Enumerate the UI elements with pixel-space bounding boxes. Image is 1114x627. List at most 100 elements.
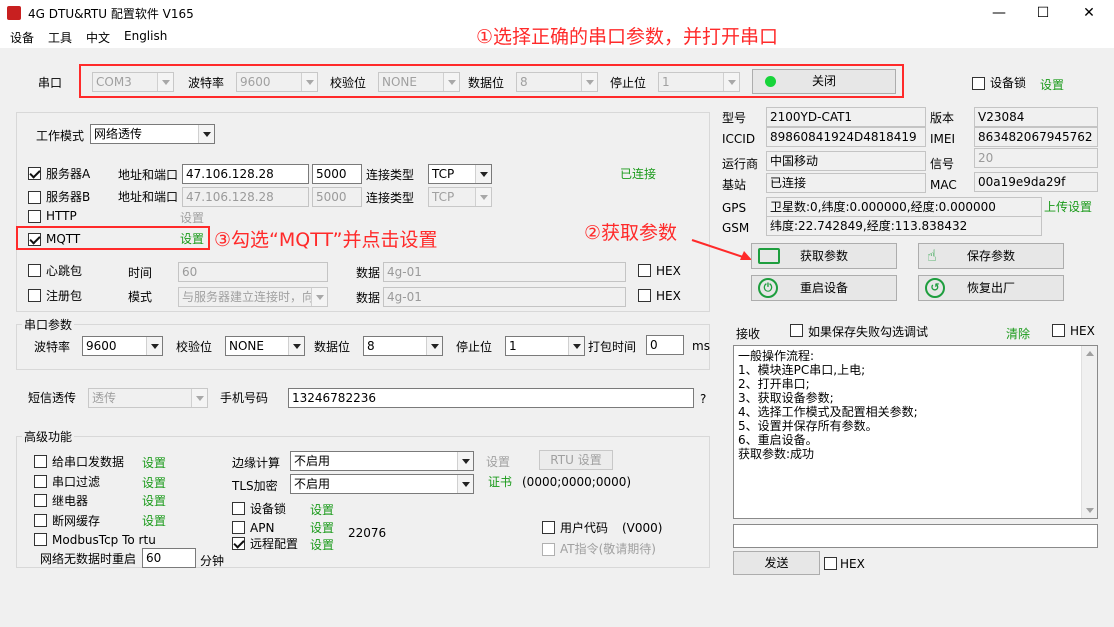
pack-time-label: 打包时间 <box>588 340 637 354</box>
server-b-addr-label: 地址和端口 <box>118 190 179 204</box>
server-a-checkbox[interactable] <box>28 167 41 180</box>
heartbeat-hex-checkbox[interactable] <box>638 264 651 277</box>
serial-params-title: 串口参数 <box>22 317 75 333</box>
relay-label: 继电器 <box>52 494 89 508</box>
modbus-checkbox[interactable] <box>34 533 47 546</box>
sp-stopbits-select[interactable]: 1 <box>505 336 585 356</box>
http-checkbox[interactable] <box>28 210 41 223</box>
restart-device-button[interactable]: ⏻ 重启设备 <box>751 275 897 301</box>
sp-parity-select[interactable]: NONE <box>225 336 305 356</box>
annotation-step-2: ②获取参数 <box>584 222 678 244</box>
register-checkbox[interactable] <box>28 289 41 302</box>
at-command-label: AT指令(敬请期待) <box>560 542 656 556</box>
operator-label: 运行商 <box>722 157 759 171</box>
offline-cache-checkbox[interactable] <box>34 514 47 527</box>
top-settings-link[interactable]: 设置 <box>1040 77 1064 93</box>
relay-settings[interactable]: 设置 <box>142 493 166 509</box>
station-value: 已连接 <box>766 173 926 193</box>
apn-checkbox[interactable] <box>232 521 245 534</box>
adv-device-lock-label: 设备锁 <box>250 502 287 516</box>
receive-textarea[interactable]: 一般操作流程: 1、模块连PC串口,上电; 2、打开串口; 3、获取设备参数; … <box>733 345 1098 519</box>
server-a-host-input[interactable]: 47.106.128.28 <box>182 164 309 184</box>
sms-mode-select[interactable]: 透传 <box>88 388 208 408</box>
close-window-button[interactable]: ✕ <box>1066 0 1112 26</box>
phone-label: 手机号码 <box>220 391 269 405</box>
serial-filter-checkbox[interactable] <box>34 475 47 488</box>
restart-minutes-input[interactable]: 60 <box>142 548 196 568</box>
work-mode-select[interactable]: 网络透传 <box>90 124 215 144</box>
annotation-step-1: ①选择正确的串口参数，并打开串口 <box>476 26 779 48</box>
receive-hex-label: HEX <box>1070 324 1095 338</box>
edge-label: 边缘计算 <box>232 456 281 470</box>
remote-config-checkbox[interactable] <box>232 537 245 550</box>
remote-config-settings[interactable]: 设置 <box>310 537 334 553</box>
hand-click-icon: ☝ <box>927 246 937 265</box>
maximize-button[interactable]: ☐ <box>1020 0 1066 26</box>
menu-device[interactable]: 设备 <box>10 29 34 46</box>
relay-checkbox[interactable] <box>34 494 47 507</box>
send-to-serial-checkbox[interactable] <box>34 455 47 468</box>
server-a-conn-select[interactable]: TCP <box>428 164 492 184</box>
scroll-up-icon[interactable] <box>1086 351 1094 356</box>
tls-select[interactable]: 不启用 <box>290 474 474 494</box>
register-data-input[interactable]: 4g-01 <box>383 287 626 307</box>
sp-baud-select[interactable]: 9600 <box>82 336 163 356</box>
get-params-button[interactable]: 获取参数 <box>751 243 897 269</box>
server-a-conn-label: 连接类型 <box>366 168 415 182</box>
imei-value: 863482067945762 <box>974 127 1098 147</box>
send-hex-checkbox[interactable] <box>824 557 837 570</box>
send-button[interactable]: 发送 <box>733 551 820 575</box>
arrow-to-get-params <box>691 239 752 260</box>
menu-chinese[interactable]: 中文 <box>86 29 110 46</box>
user-code-checkbox[interactable] <box>542 521 555 534</box>
minimize-button[interactable]: — <box>976 0 1022 26</box>
sp-databits-select[interactable]: 8 <box>363 336 443 356</box>
clear-link[interactable]: 清除 <box>1006 326 1030 342</box>
server-a-port-input[interactable]: 5000 <box>312 164 362 184</box>
phone-input[interactable]: 13246782236 <box>288 388 694 408</box>
at-command-checkbox[interactable] <box>542 543 555 556</box>
server-b-checkbox[interactable] <box>28 191 41 204</box>
send-to-serial-label: 给串口发数据 <box>52 455 125 469</box>
rtu-settings-button[interactable]: RTU 设置 <box>539 450 613 470</box>
upload-settings-link[interactable]: 上传设置 <box>1044 199 1092 215</box>
scroll-down-icon[interactable] <box>1086 508 1094 513</box>
pack-time-input[interactable]: 0 <box>646 335 684 355</box>
send-input[interactable] <box>733 524 1098 548</box>
register-hex-checkbox[interactable] <box>638 289 651 302</box>
operator-value: 中国移动 <box>766 151 926 171</box>
factory-reset-button[interactable]: ↺ 恢复出厂 <box>918 275 1064 301</box>
offline-cache-settings[interactable]: 设置 <box>142 513 166 529</box>
heartbeat-data-input[interactable]: 4g-01 <box>383 262 626 282</box>
menu-tools[interactable]: 工具 <box>48 29 72 46</box>
register-mode-select[interactable]: 与服务器建立连接时，向 <box>178 287 328 307</box>
receive-scrollbar[interactable] <box>1081 346 1097 518</box>
heartbeat-time-label: 时间 <box>128 266 153 280</box>
device-lock-checkbox[interactable] <box>972 77 985 90</box>
sms-label: 短信透传 <box>28 391 77 405</box>
server-b-port-input[interactable]: 5000 <box>312 187 362 207</box>
send-to-serial-settings[interactable]: 设置 <box>142 455 166 471</box>
http-settings-link[interactable]: 设置 <box>180 210 204 226</box>
apn-settings[interactable]: 设置 <box>310 520 334 536</box>
debug-checkbox[interactable] <box>790 324 803 337</box>
station-label: 基站 <box>722 178 747 192</box>
edge-settings[interactable]: 设置 <box>486 454 510 470</box>
adv-device-lock-settings[interactable]: 设置 <box>310 502 334 518</box>
heartbeat-time-input[interactable]: 60 <box>178 262 328 282</box>
menu-english[interactable]: English <box>124 29 167 43</box>
adv-device-lock-checkbox[interactable] <box>232 502 245 515</box>
cert-link[interactable]: 证书 <box>488 474 512 490</box>
server-b-host-input[interactable]: 47.106.128.28 <box>182 187 309 207</box>
power-icon: ⏻ <box>758 278 778 298</box>
edge-select[interactable]: 不启用 <box>290 451 474 471</box>
heartbeat-checkbox[interactable] <box>28 264 41 277</box>
receive-hex-checkbox[interactable] <box>1052 324 1065 337</box>
receive-log: 一般操作流程: 1、模块连PC串口,上电; 2、打开串口; 3、获取设备参数; … <box>738 349 918 461</box>
annotation-step-3: ③勾选“MQTT”并点击设置 <box>214 229 438 251</box>
serial-filter-settings[interactable]: 设置 <box>142 475 166 491</box>
server-b-label: 服务器B <box>46 190 91 204</box>
imei-label: IMEI <box>930 132 956 146</box>
server-b-conn-select[interactable]: TCP <box>428 187 492 207</box>
save-params-button[interactable]: ☝ 保存参数 <box>918 243 1064 269</box>
